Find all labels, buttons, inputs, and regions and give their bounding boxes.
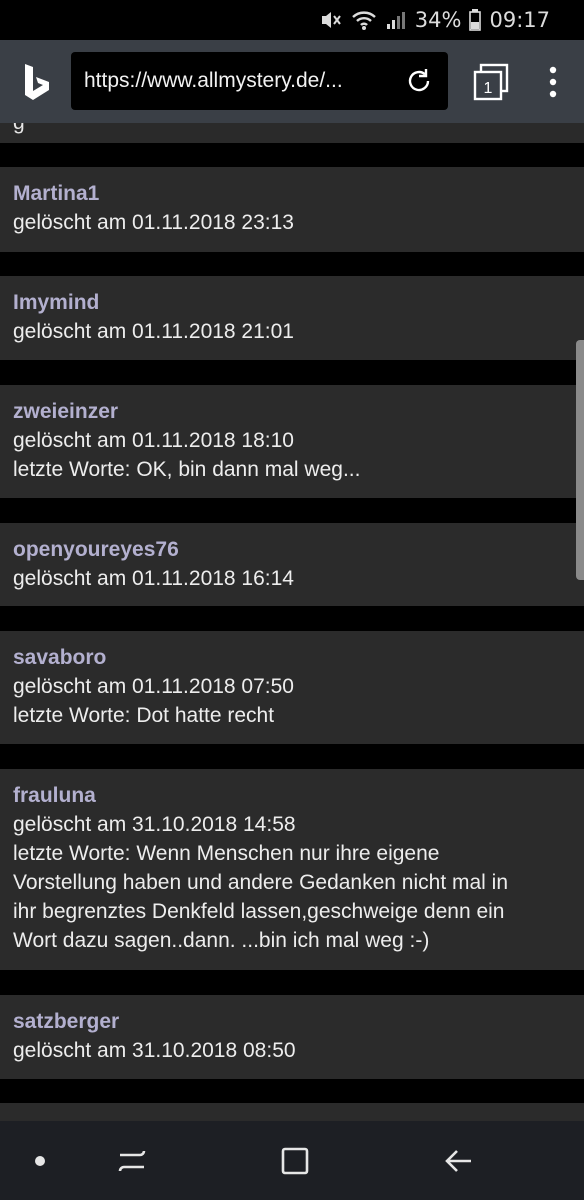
username-link[interactable]: openyoureyes76	[13, 535, 570, 564]
battery-icon	[469, 9, 482, 31]
deleted-date: gelöscht am 31.10.2018 14:58	[13, 813, 296, 836]
browser-toolbar: https://www.allmystery.de/... 1	[0, 40, 584, 123]
username-link[interactable]: savaboro	[13, 643, 570, 672]
last-words: letzte Worte: OK, bin dann mal weg...	[13, 458, 361, 481]
deleted-date: gelöscht am 01.11.2018 18:10	[13, 429, 294, 452]
recent-apps-icon[interactable]	[114, 1143, 150, 1179]
bing-logo-icon[interactable]	[0, 40, 74, 123]
clock: 09:17	[489, 8, 550, 32]
last-words: ihr begrenztes Denkfeld lassen,geschweig…	[13, 900, 505, 923]
wifi-icon	[351, 9, 377, 31]
deleted-date: gelöscht am 01.11.2018 21:01	[13, 320, 294, 343]
username-link[interactable]: frauluna	[13, 781, 570, 810]
username-link[interactable]: Martina1	[13, 179, 570, 208]
deleted-date: gelöscht am 31.10.2018 08:50	[13, 1039, 296, 1062]
signal-icon	[385, 9, 407, 31]
list-item: openyoureyes76 gelöscht am 01.11.2018 16…	[0, 523, 584, 606]
username-link[interactable]: satzberger	[13, 1007, 570, 1036]
list-item	[0, 1103, 584, 1121]
partial-entry: g	[0, 123, 584, 143]
home-button-icon[interactable]	[277, 1143, 313, 1179]
username-link[interactable]: Imymind	[13, 288, 570, 317]
reload-icon[interactable]	[404, 66, 434, 96]
partial-text: g	[13, 123, 25, 135]
last-words: Vorstellung haben und andere Gedanken ni…	[13, 871, 509, 894]
deleted-date: gelöscht am 01.11.2018 07:50	[13, 675, 294, 698]
list-item: satzberger gelöscht am 31.10.2018 08:50	[0, 995, 584, 1079]
status-bar: 34% 09:17	[0, 0, 584, 40]
system-nav-bar	[0, 1121, 584, 1200]
scrollbar[interactable]	[576, 340, 584, 580]
last-words: letzte Worte: Dot hatte recht	[13, 704, 275, 727]
list-item: Martina1 gelöscht am 01.11.2018 23:13	[0, 167, 584, 252]
url-text[interactable]: https://www.allmystery.de/...	[84, 69, 384, 93]
address-bar[interactable]: https://www.allmystery.de/...	[71, 52, 448, 110]
mute-icon	[319, 9, 343, 31]
deleted-date: gelöscht am 01.11.2018 23:13	[13, 211, 294, 234]
list-item: savaboro gelöscht am 01.11.2018 07:50 le…	[0, 631, 584, 744]
overflow-menu-icon[interactable]	[538, 64, 568, 100]
nav-dot-icon[interactable]	[22, 1143, 58, 1179]
tabs-button[interactable]: 1	[471, 62, 511, 102]
last-words: letzte Worte: Wenn Menschen nur ihre eig…	[13, 842, 440, 865]
battery-percent: 34%	[414, 8, 462, 32]
list-item: Imymind gelöscht am 01.11.2018 21:01	[0, 276, 584, 360]
list-item: frauluna gelöscht am 31.10.2018 14:58 le…	[0, 769, 584, 970]
back-icon[interactable]	[441, 1143, 477, 1179]
last-words: Wort dazu sagen..dann. ...bin ich mal we…	[13, 929, 430, 952]
page-content: g Martina1 gelöscht am 01.11.2018 23:13 …	[0, 123, 584, 1121]
tab-count: 1	[484, 80, 493, 97]
username-link[interactable]: zweieinzer	[13, 397, 570, 426]
deleted-date: gelöscht am 01.11.2018 16:14	[13, 567, 294, 590]
list-item: zweieinzer gelöscht am 01.11.2018 18:10 …	[0, 385, 584, 498]
